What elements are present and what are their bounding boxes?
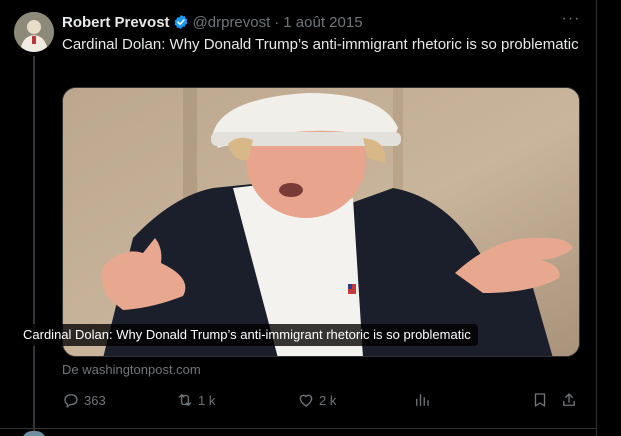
author-name[interactable]: Robert Prevost: [62, 14, 170, 31]
tweet-text: Cardinal Dolan: Why Donald Trump’s anti-…: [62, 36, 579, 53]
tweet-date[interactable]: 1 août 2015: [283, 14, 362, 31]
card-caption: Cardinal Dolan: Why Donald Trump’s anti-…: [16, 324, 478, 346]
bookmark-icon: [534, 393, 546, 407]
views-button[interactable]: [413, 390, 431, 410]
retweet-button[interactable]: 1 k: [176, 390, 215, 410]
thread-line: [33, 56, 35, 436]
analytics-icon: [416, 394, 429, 406]
like-count: 2 k: [319, 392, 337, 408]
separator-dot: ·: [274, 13, 280, 31]
action-bar: 363 1 k 2 k: [62, 390, 582, 410]
tweet-divider: [0, 428, 596, 429]
heart-icon: [299, 394, 313, 407]
timeline-border: [596, 0, 597, 436]
share-icon: [563, 393, 575, 406]
card-image: [63, 88, 579, 356]
card-source[interactable]: De washingtonpost.com: [62, 362, 201, 377]
more-options-icon[interactable]: ···: [561, 11, 581, 32]
tweet-header: Robert Prevost @drprevost · 1 août 2015: [62, 12, 363, 32]
bookmark-button[interactable]: [531, 390, 549, 410]
tweet[interactable]: Robert Prevost @drprevost · 1 août 2015 …: [0, 0, 596, 436]
like-button[interactable]: 2 k: [297, 390, 336, 410]
link-card[interactable]: [62, 87, 580, 357]
reply-icon: [64, 394, 78, 409]
reply-count: 363: [84, 392, 106, 408]
share-button[interactable]: [560, 390, 578, 410]
retweet-icon: [178, 394, 192, 406]
author-avatar[interactable]: [14, 12, 54, 52]
reply-button[interactable]: 363: [62, 390, 106, 410]
author-handle[interactable]: @drprevost: [193, 14, 271, 31]
verified-badge-icon: [173, 14, 189, 30]
retweet-count: 1 k: [198, 392, 216, 408]
next-tweet-avatar[interactable]: [22, 431, 46, 436]
